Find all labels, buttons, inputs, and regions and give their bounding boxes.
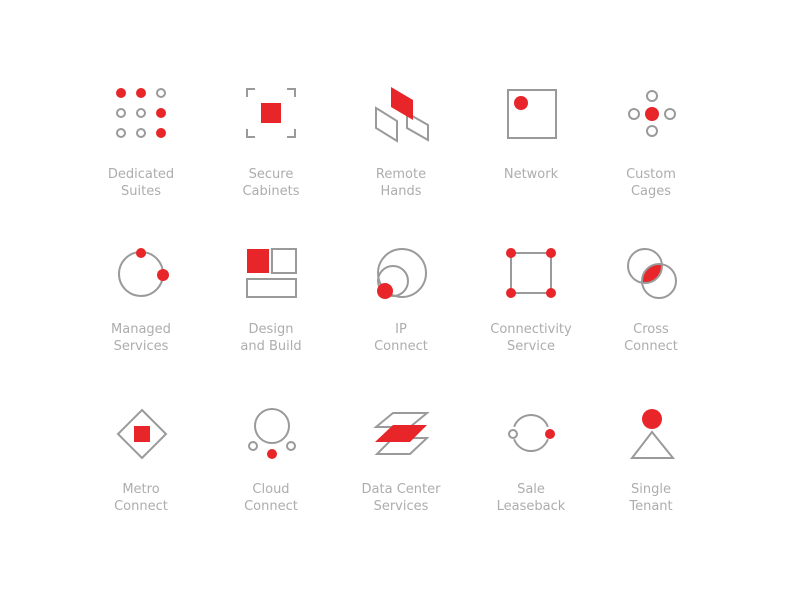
label-secure-cabinets: Secure Cabinets	[242, 167, 300, 199]
label-metro-connect: Metro Connect	[114, 482, 168, 514]
square-dot-icon	[507, 89, 557, 139]
orbit-circle-icon	[118, 248, 169, 297]
parallelograms-icon	[375, 87, 429, 143]
label-network: Network	[503, 167, 559, 182]
label-managed-services: Managed Services	[111, 322, 171, 354]
label-design-and-build: Design and Build	[240, 322, 302, 354]
dots-grid-icon	[116, 88, 166, 138]
person-triangle-icon	[629, 409, 676, 459]
label-data-center-services: Data Center Services	[361, 482, 441, 514]
nested-circles-icon	[377, 248, 427, 299]
label-dedicated-suites: Dedicated Suites	[107, 167, 175, 199]
label-single-tenant: Single Tenant	[629, 482, 673, 514]
connected-square-icon	[506, 248, 556, 298]
cross-dots-icon	[628, 90, 676, 137]
diamond-square-icon	[116, 408, 168, 460]
stacked-layers-icon	[373, 412, 430, 455]
label-remote-hands: Remote Hands	[375, 167, 427, 199]
label-custom-cages: Custom Cages	[626, 167, 676, 199]
label-cross-connect: Cross Connect	[624, 322, 678, 354]
cloud-circle-icon	[248, 408, 296, 459]
label-sale-leaseback: Sale Leaseback	[496, 482, 566, 514]
blocks-icon	[246, 248, 297, 298]
label-cloud-connect: Cloud Connect	[244, 482, 298, 514]
bracketed-square-icon	[246, 88, 296, 138]
overlapping-circles-icon	[627, 248, 677, 299]
label-ip-connect: IP Connect	[374, 322, 428, 354]
split-circle-icon	[508, 414, 555, 452]
label-connectivity-service: Connectivity Service	[490, 322, 572, 354]
